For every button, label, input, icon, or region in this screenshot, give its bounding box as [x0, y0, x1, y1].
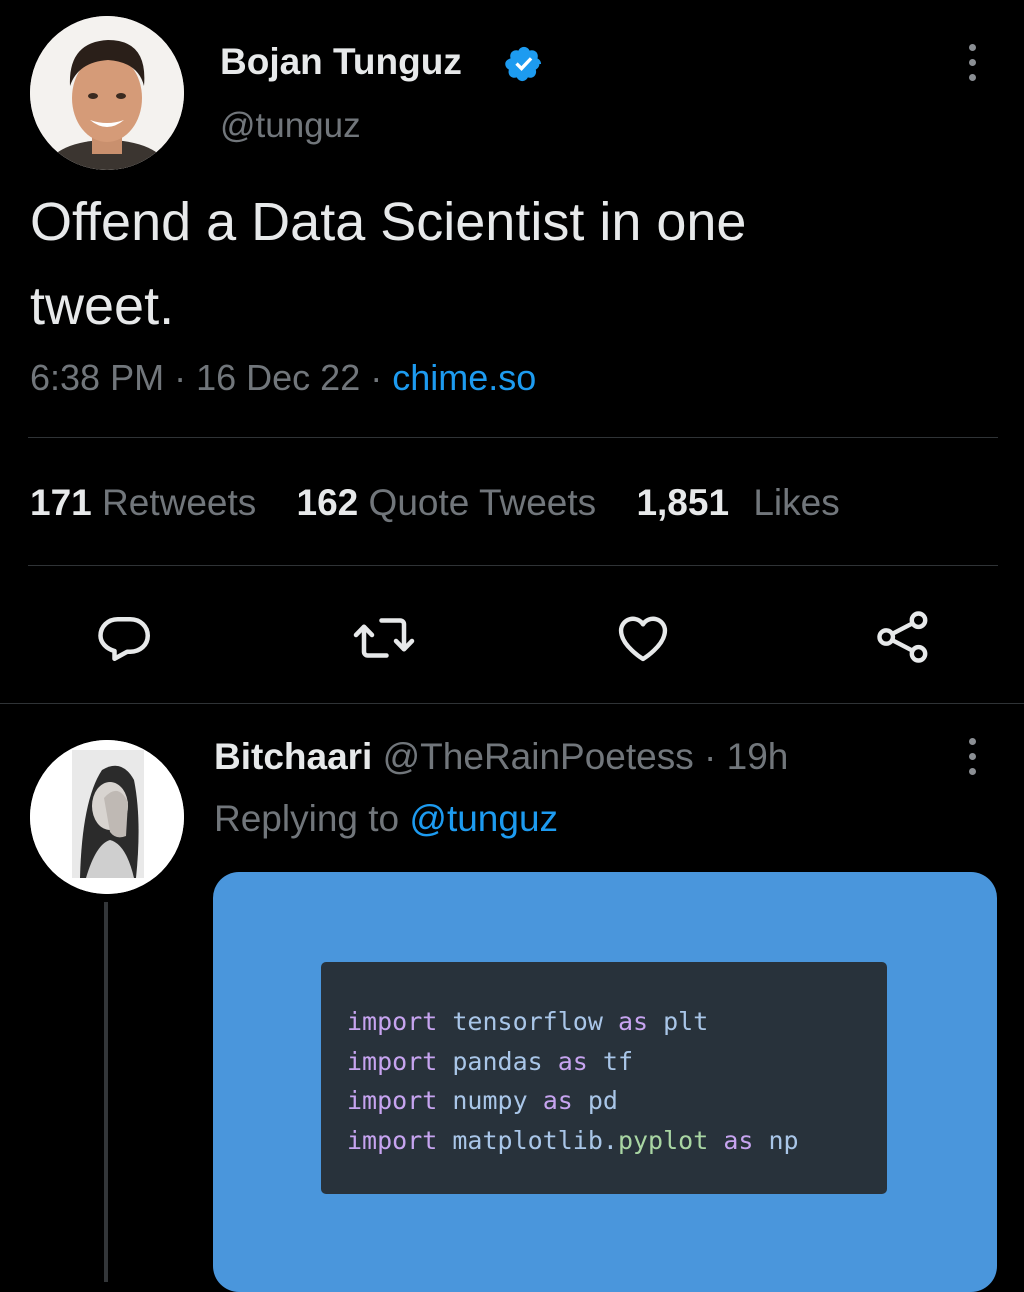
reply-avatar-image	[30, 740, 184, 894]
tweet-source-link[interactable]: chime.so	[392, 357, 536, 398]
reply-author-name[interactable]: Bitchaari	[214, 736, 372, 777]
tweet-text-line-1: Offend a Data Scientist in one	[30, 192, 747, 252]
tweet-text-line-2: tweet.	[30, 276, 175, 336]
author-name[interactable]: Bojan Tunguz	[220, 40, 462, 84]
verified-badge-icon	[504, 44, 544, 84]
likes-stat[interactable]: 1,851 Likes	[636, 482, 839, 523]
quote-tweets-count: 162	[296, 482, 359, 523]
code-line: import matplotlib.pyplot as np	[347, 1125, 799, 1155]
reply-header: Bitchaari @TheRainPoetess · 19h	[214, 734, 788, 780]
retweet-button[interactable]	[350, 608, 418, 668]
meta-separator: ·	[174, 357, 187, 398]
thread-line	[104, 902, 108, 1282]
share-button[interactable]	[872, 606, 934, 668]
quote-tweets-label: Quote Tweets	[368, 482, 597, 523]
likes-count: 1,851	[636, 482, 730, 523]
retweets-label: Retweets	[102, 482, 257, 523]
tweet-date[interactable]: 16 Dec 22	[196, 357, 360, 398]
divider	[0, 703, 1024, 704]
meta-separator: ·	[370, 357, 383, 398]
divider	[28, 437, 998, 438]
share-icon	[877, 611, 928, 663]
more-options-icon[interactable]	[967, 44, 977, 81]
retweets-stat[interactable]: 171 Retweets	[30, 482, 267, 523]
like-button[interactable]	[612, 606, 674, 668]
tweet-time[interactable]: 6:38 PM	[30, 357, 164, 398]
tweet-text: Offend a Data Scientist in one tweet.	[30, 180, 746, 348]
reply-age[interactable]: 19h	[727, 736, 789, 777]
replying-to-label: Replying to	[214, 798, 400, 839]
code-line: import tensorflow as plt	[347, 1007, 709, 1036]
reply-icon	[98, 617, 150, 661]
author-avatar-image	[30, 16, 184, 170]
reply-author-handle[interactable]: @TheRainPoetess	[383, 736, 694, 777]
reply-media-image[interactable]: import tensorflow as plt import pandas a…	[213, 872, 997, 1292]
retweet-icon	[353, 618, 415, 658]
code-line: import pandas as tf	[347, 1046, 634, 1076]
likes-label: Likes	[753, 482, 840, 523]
tweet-meta: 6:38 PM · 16 Dec 22 · chime.so	[30, 356, 536, 400]
tweet-stats: 171 Retweets 162 Quote Tweets 1,851 Like…	[30, 480, 840, 526]
replying-to-handle[interactable]: @tunguz	[409, 798, 558, 839]
author-avatar[interactable]	[30, 16, 184, 170]
reply-button[interactable]	[94, 608, 154, 668]
code-snippet: import tensorflow as plt import pandas a…	[321, 962, 887, 1194]
divider	[28, 565, 998, 566]
author-handle[interactable]: @tunguz	[220, 104, 361, 148]
retweets-count: 171	[30, 482, 92, 523]
meta-separator: ·	[704, 736, 717, 777]
like-icon	[618, 616, 668, 662]
quote-tweets-stat[interactable]: 162 Quote Tweets	[297, 482, 607, 523]
code-line: import numpy as pd	[347, 1086, 618, 1115]
reply-more-options-icon[interactable]	[967, 738, 977, 775]
reply-author-avatar[interactable]	[30, 740, 184, 894]
replying-to: Replying to @tunguz	[214, 796, 558, 842]
